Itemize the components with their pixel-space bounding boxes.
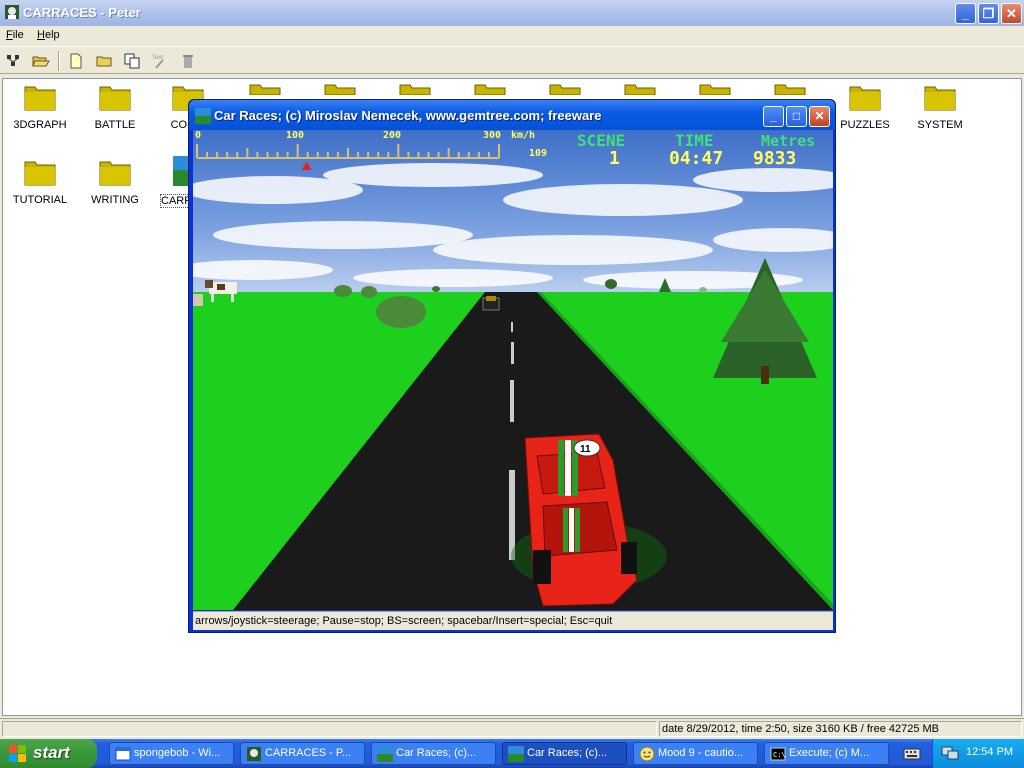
network-icon[interactable] bbox=[941, 745, 959, 761]
game-window: Car Races; (c) Miroslav Nemecek, www.gem… bbox=[188, 99, 836, 633]
file-item-carraces[interactable]: CARR bbox=[153, 156, 189, 216]
metres-value: 9833 bbox=[753, 148, 796, 169]
cow-partial bbox=[193, 294, 203, 306]
folder-icon bbox=[24, 161, 56, 186]
menu-help[interactable]: Help bbox=[37, 29, 60, 41]
carraces-icon bbox=[508, 746, 524, 762]
tree-icon[interactable] bbox=[3, 51, 23, 71]
folder-icon bbox=[774, 84, 806, 95]
file-label: CARR bbox=[160, 194, 189, 208]
peter-app-icon bbox=[5, 5, 19, 19]
taskbar-item-mood[interactable]: Mood 9 - cautio... bbox=[633, 742, 758, 765]
taskbar: start spongebob - Wi... CARRACES - P... … bbox=[0, 739, 1024, 768]
game-viewport[interactable]: 11 0 100 200 300 km/h 109 SCENE 1 TIME 0… bbox=[193, 130, 833, 610]
clock[interactable]: 12:54 PM bbox=[966, 746, 1013, 758]
peter-icon bbox=[247, 747, 261, 761]
carraces-icon bbox=[195, 108, 211, 124]
time-value: 04:47 bbox=[669, 148, 723, 169]
smiley-icon bbox=[639, 746, 655, 762]
main-window-title: CARRACES - Peter bbox=[23, 5, 141, 20]
taskbar-item-car-races-1[interactable]: Car Races; (c)... bbox=[371, 742, 496, 765]
game-window-title: Car Races; (c) Miroslav Nemecek, www.gem… bbox=[214, 108, 602, 123]
speed-tick-label: 100 bbox=[286, 130, 304, 141]
folder-label: 3DGRAPH bbox=[13, 119, 67, 131]
folder-item-battle[interactable]: BATTLE bbox=[80, 81, 150, 141]
taskbar-item-car-races-2[interactable]: Car Races; (c)... bbox=[502, 742, 627, 765]
folder-icon bbox=[624, 84, 656, 95]
folder-icon bbox=[924, 86, 956, 111]
folder-label: SYSTEM bbox=[917, 119, 963, 131]
speed-value: 109 bbox=[529, 148, 547, 159]
minimize-button[interactable]: _ bbox=[955, 3, 976, 24]
game-maximize-button[interactable]: □ bbox=[786, 106, 807, 127]
bush bbox=[432, 286, 440, 292]
close-button[interactable]: ✕ bbox=[1001, 3, 1022, 24]
folder-icon bbox=[399, 84, 431, 95]
bush bbox=[376, 296, 426, 328]
toolbar: Text bbox=[0, 46, 1024, 74]
toolbar-separator bbox=[58, 51, 60, 71]
status-pane-left bbox=[2, 721, 657, 737]
system-tray: 12:54 PM bbox=[932, 739, 1024, 768]
window-icon bbox=[115, 747, 131, 761]
bush bbox=[334, 285, 352, 297]
menu-file[interactable]: File bbox=[6, 29, 24, 41]
new-folder-icon[interactable] bbox=[94, 51, 114, 71]
folder-label: BATTLE bbox=[94, 119, 136, 131]
taskbar-item-carraces-peter[interactable]: CARRACES - P... bbox=[240, 742, 365, 765]
console-icon: C:\ bbox=[770, 747, 786, 761]
windows-logo-icon bbox=[9, 745, 26, 762]
speed-tick-label: 0 bbox=[195, 130, 201, 141]
folder-icon bbox=[99, 86, 131, 111]
folder-icon bbox=[474, 84, 506, 95]
folder-icon bbox=[849, 86, 881, 111]
svg-text:C:\: C:\ bbox=[773, 751, 786, 759]
car-number: 11 bbox=[580, 444, 591, 455]
folder-item-puzzles[interactable]: PUZZLES bbox=[830, 81, 900, 141]
folder-icon bbox=[549, 84, 581, 95]
status-info: date 8/29/2012, time 2:50, size 3160 KB … bbox=[659, 721, 1022, 737]
game-titlebar[interactable]: Car Races; (c) Miroslav Nemecek, www.gem… bbox=[189, 100, 835, 130]
scene-value: 1 bbox=[609, 148, 620, 169]
keyboard-icon[interactable] bbox=[903, 745, 921, 761]
folder-item-system[interactable]: SYSTEM bbox=[905, 81, 975, 141]
folder-label: TUTORIAL bbox=[12, 194, 68, 206]
carraces-icon bbox=[377, 746, 393, 762]
menubar: File Help bbox=[0, 26, 1024, 45]
game-help-bar: arrows/joystick=steerage; Pause=stop; BS… bbox=[193, 611, 833, 630]
rename-text-icon[interactable]: Text bbox=[150, 51, 170, 71]
game-minimize-button[interactable]: _ bbox=[763, 106, 784, 127]
folder-label: PUZZLES bbox=[840, 119, 890, 131]
folder-icon bbox=[249, 84, 281, 95]
folder-icon bbox=[324, 84, 356, 95]
bush bbox=[699, 287, 707, 293]
taskbar-item-spongebob[interactable]: spongebob - Wi... bbox=[109, 742, 234, 765]
folder-icon bbox=[24, 86, 56, 111]
bush bbox=[605, 279, 617, 289]
folder-label: WRITING bbox=[91, 194, 139, 206]
new-file-icon[interactable] bbox=[66, 51, 86, 71]
folder-icon bbox=[699, 84, 731, 95]
trash-icon[interactable] bbox=[178, 51, 198, 71]
taskbar-item-execute[interactable]: C:\ Execute; (c) M... bbox=[764, 742, 889, 765]
game-scene: 11 0 100 200 300 km/h 109 SCENE 1 TIME 0… bbox=[193, 130, 833, 610]
restore-button[interactable]: ❐ bbox=[978, 3, 999, 24]
folder-item-3dgraph[interactable]: 3DGRAPH bbox=[5, 81, 75, 141]
speed-tick-label: 300 bbox=[483, 130, 501, 141]
speed-tick-label: 200 bbox=[383, 130, 401, 141]
open-folder-icon[interactable] bbox=[31, 51, 51, 71]
main-statusbar: date 8/29/2012, time 2:50, size 3160 KB … bbox=[0, 718, 1024, 738]
folder-item-writing[interactable]: WRITING bbox=[80, 156, 150, 216]
folder-item-tutorial[interactable]: TUTORIAL bbox=[5, 156, 75, 216]
opponent-car bbox=[482, 296, 500, 311]
start-label: start bbox=[33, 743, 70, 762]
carraces-program-icon bbox=[173, 156, 189, 186]
speed-unit-label: km/h bbox=[511, 130, 535, 141]
main-titlebar[interactable]: CARRACES - Peter _ ❐ ✕ bbox=[0, 0, 1024, 26]
folder-icon bbox=[99, 161, 131, 186]
start-button[interactable]: start bbox=[0, 739, 97, 768]
game-close-button[interactable]: ✕ bbox=[809, 106, 830, 127]
copy-icon[interactable] bbox=[122, 51, 142, 71]
bush bbox=[361, 286, 377, 298]
